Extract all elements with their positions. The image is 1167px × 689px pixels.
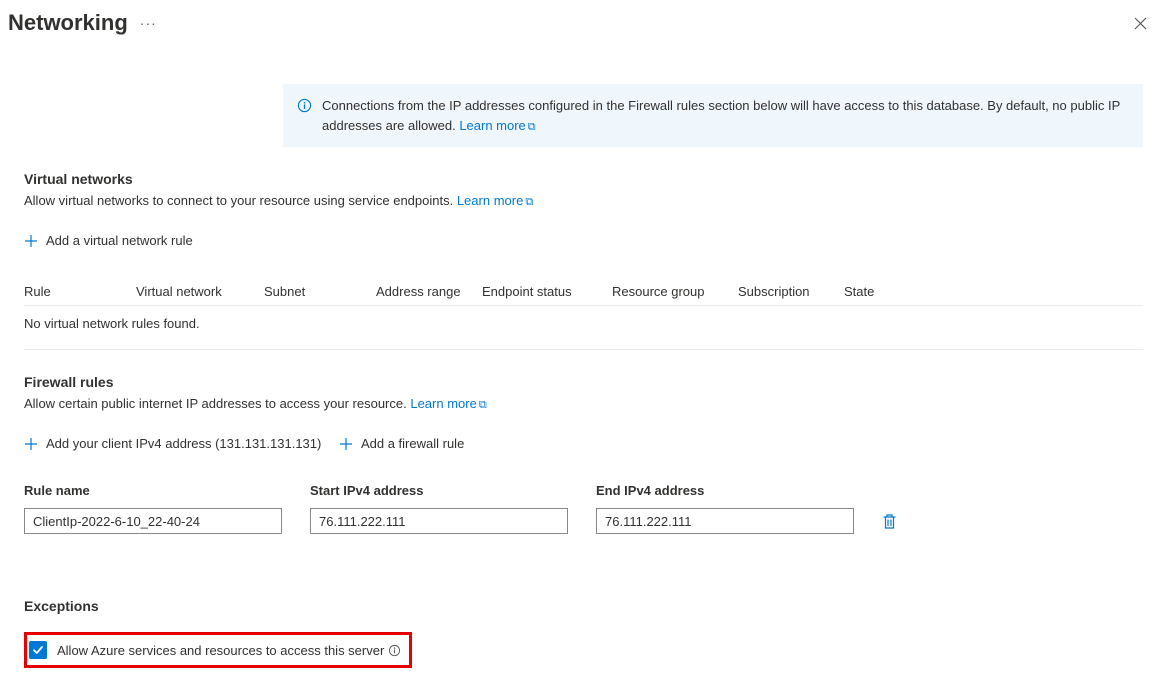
exceptions-heading: Exceptions	[24, 598, 1143, 614]
vnet-learn-more-link[interactable]: Learn more⧉	[457, 193, 533, 208]
col-endpoint: Endpoint status	[482, 284, 612, 299]
page-header: Networking ···	[0, 0, 1167, 44]
col-vnet: Virtual network	[136, 284, 264, 299]
vnet-table-empty: No virtual network rules found.	[24, 305, 1143, 341]
info-tooltip-icon[interactable]	[388, 644, 401, 657]
external-link-icon: ⧉	[528, 121, 536, 133]
plus-icon	[24, 234, 38, 248]
firewall-section: Firewall rules Allow certain public inte…	[24, 374, 1143, 534]
add-vnet-rule-button[interactable]: Add a virtual network rule	[24, 229, 193, 252]
content-area: Connections from the IP addresses config…	[0, 84, 1167, 668]
close-icon	[1134, 17, 1147, 30]
col-state: State	[844, 284, 924, 299]
plus-icon	[339, 437, 353, 451]
col-subnet: Subnet	[264, 284, 376, 299]
firewall-end-ip-col: End IPv4 address	[596, 483, 854, 534]
end-ip-label: End IPv4 address	[596, 483, 854, 498]
close-button[interactable]	[1130, 13, 1151, 34]
vnet-table: Rule Virtual network Subnet Address rang…	[24, 278, 1143, 350]
info-text: Connections from the IP addresses config…	[322, 98, 1120, 133]
more-actions-button[interactable]: ···	[140, 15, 157, 31]
allow-azure-services-row: Allow Azure services and resources to ac…	[24, 632, 412, 668]
info-banner: Connections from the IP addresses config…	[283, 84, 1143, 147]
col-rg: Resource group	[612, 284, 738, 299]
external-link-icon: ⧉	[479, 399, 487, 411]
virtual-networks-section: Virtual networks Allow virtual networks …	[24, 171, 1143, 350]
allow-azure-checkbox[interactable]	[29, 641, 47, 659]
add-client-ip-label: Add your client IPv4 address (131.131.13…	[46, 436, 321, 451]
external-link-icon: ⧉	[525, 196, 533, 208]
add-firewall-rule-label: Add a firewall rule	[361, 436, 464, 451]
firewall-start-ip-col: Start IPv4 address	[310, 483, 568, 534]
vnet-heading: Virtual networks	[24, 171, 1143, 187]
firewall-desc: Allow certain public internet IP address…	[24, 396, 1143, 412]
learn-more-link[interactable]: Learn more⧉	[459, 118, 535, 133]
add-client-ip-button[interactable]: Add your client IPv4 address (131.131.13…	[24, 432, 321, 455]
add-vnet-rule-label: Add a virtual network rule	[46, 233, 193, 248]
vnet-table-header: Rule Virtual network Subnet Address rang…	[24, 278, 1143, 305]
firewall-learn-more-link[interactable]: Learn more⧉	[410, 396, 486, 411]
start-ip-input[interactable]	[310, 508, 568, 534]
exceptions-section: Exceptions Allow Azure services and reso…	[24, 598, 1143, 668]
trash-icon	[882, 513, 897, 530]
col-sub: Subscription	[738, 284, 844, 299]
info-banner-text: Connections from the IP addresses config…	[322, 96, 1129, 135]
firewall-rule-name-col: Rule name	[24, 483, 282, 534]
rule-name-label: Rule name	[24, 483, 282, 498]
firewall-heading: Firewall rules	[24, 374, 1143, 390]
vnet-desc: Allow virtual networks to connect to you…	[24, 193, 1143, 209]
col-rule: Rule	[24, 284, 136, 299]
check-icon	[32, 644, 44, 656]
allow-azure-label: Allow Azure services and resources to ac…	[57, 643, 384, 658]
start-ip-label: Start IPv4 address	[310, 483, 568, 498]
firewall-row: Rule name Start IPv4 address End IPv4 ad…	[24, 483, 1143, 534]
end-ip-input[interactable]	[596, 508, 854, 534]
vnet-actions: Add a virtual network rule	[24, 229, 1143, 252]
info-icon	[297, 98, 312, 113]
page-title: Networking	[8, 10, 128, 36]
firewall-actions: Add your client IPv4 address (131.131.13…	[24, 432, 1143, 455]
col-addr: Address range	[376, 284, 482, 299]
add-firewall-rule-button[interactable]: Add a firewall rule	[339, 432, 464, 455]
delete-rule-button[interactable]	[882, 483, 897, 534]
plus-icon	[24, 437, 38, 451]
rule-name-input[interactable]	[24, 508, 282, 534]
